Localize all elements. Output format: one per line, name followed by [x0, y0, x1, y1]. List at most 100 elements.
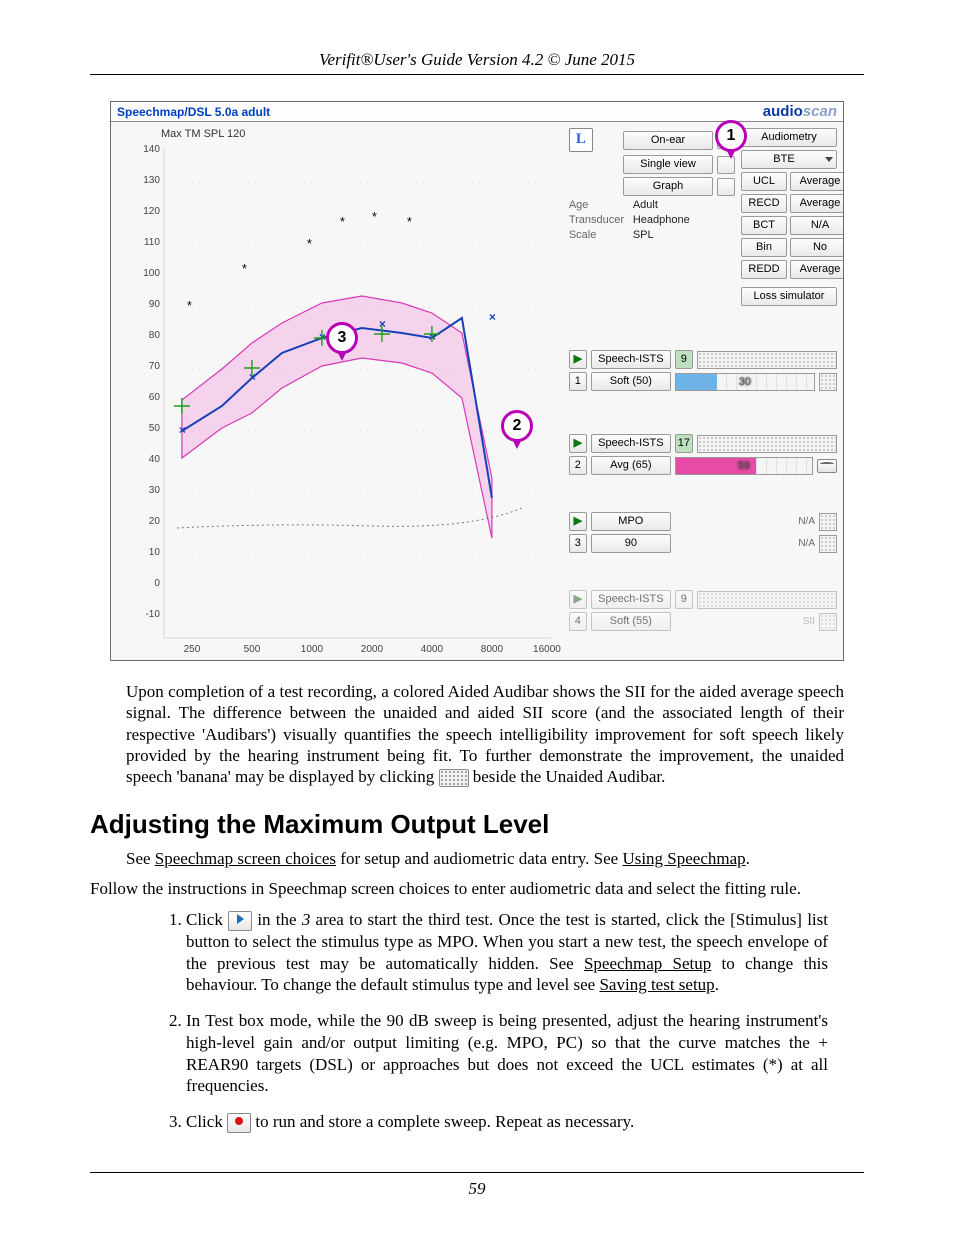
age-label: Age [569, 199, 629, 211]
link-speechmap-setup[interactable]: Speechmap Setup [584, 954, 711, 973]
speechband-icon[interactable] [817, 459, 837, 473]
svg-text:*: * [307, 236, 312, 251]
play-button-2[interactable]: ▶ [569, 434, 587, 453]
redd-value[interactable]: Average [790, 260, 844, 279]
svg-text:60: 60 [149, 392, 161, 403]
index-3: 3 [569, 534, 587, 553]
record-icon-inline [227, 1113, 251, 1133]
level-1[interactable]: Soft (50) [591, 372, 671, 391]
index-1: 1 [569, 372, 587, 391]
speechmap-window: Speechmap/DSL 5.0a adult audioscan Max T… [110, 101, 844, 661]
scale-label: Scale [569, 229, 629, 241]
stimulus-1[interactable]: Speech-ISTS [591, 350, 671, 369]
link-screen-choices[interactable]: Speechmap screen choices [155, 849, 336, 868]
section-heading: Adjusting the Maximum Output Level [90, 809, 864, 840]
play-button-4[interactable]: ▶ [569, 590, 587, 609]
svg-text:10: 10 [149, 547, 161, 558]
sii-label-4: SII [803, 616, 815, 627]
svg-text:×: × [489, 310, 496, 324]
scale-value: SPL [633, 229, 703, 241]
transducer-value: Headphone [633, 214, 703, 226]
stimulus-2[interactable]: Speech-ISTS [591, 434, 671, 453]
svg-text:20: 20 [149, 516, 161, 527]
callout-1: 1 [715, 120, 747, 152]
follow-line: Follow the instructions in Speechmap scr… [90, 878, 844, 899]
graph-button[interactable]: Graph [623, 177, 713, 196]
level-2[interactable]: Avg (65) [591, 456, 671, 475]
svg-text:70: 70 [149, 361, 161, 372]
svg-text:90: 90 [149, 299, 161, 310]
svg-text:140: 140 [143, 144, 160, 155]
plot-title: Max TM SPL 120 [161, 128, 245, 140]
level-4: Soft (55) [591, 612, 671, 631]
intro-paragraph: Upon completion of a test recording, a c… [126, 681, 844, 787]
sii-num-4: 9 [675, 590, 693, 609]
svg-text:50: 50 [149, 423, 161, 434]
callout-2: 2 [501, 410, 533, 442]
callout-3: 3 [326, 322, 358, 354]
graph-toggle[interactable] [717, 178, 735, 196]
page-number: 59 [90, 1172, 864, 1199]
banana-toggle-3a[interactable] [819, 513, 837, 531]
stimulus-3[interactable]: MPO [591, 512, 671, 531]
audiometry-button[interactable]: Audiometry [741, 128, 837, 147]
svg-text:8000: 8000 [481, 644, 504, 655]
left-ear-icon: L [569, 128, 593, 152]
svg-text:4000: 4000 [421, 644, 444, 655]
dots-toggle-icon [439, 769, 469, 787]
noise-floor [177, 508, 522, 528]
audibar-2b[interactable]: 59 [675, 457, 813, 475]
link-using-speechmap[interactable]: Using Speechmap [622, 849, 745, 868]
redd-label: REDD [741, 260, 787, 279]
stimulus-4: Speech-ISTS [591, 590, 671, 609]
bct-value[interactable]: N/A [790, 216, 844, 235]
audibar-1b[interactable]: 30 [675, 373, 815, 391]
recd-label: RECD [741, 194, 787, 213]
bte-dropdown[interactable]: BTE [741, 150, 837, 169]
svg-text:120: 120 [143, 206, 160, 217]
spl-chart: 140130120 11010090 807060 504030 20100 -… [121, 128, 563, 658]
svg-text:250: 250 [184, 644, 201, 655]
loss-simulator-button[interactable]: Loss simulator [741, 287, 837, 306]
sii-num-2: 17 [675, 434, 693, 453]
svg-text:30: 30 [149, 485, 161, 496]
svg-text:16000: 16000 [533, 644, 561, 655]
running-header: Verifit®User's Guide Version 4.2 © June … [90, 50, 864, 75]
level-3[interactable]: 90 [591, 534, 671, 553]
svg-text:*: * [242, 261, 247, 276]
svg-text:*: * [340, 214, 345, 229]
bct-label: BCT [741, 216, 787, 235]
play-icon-inline [228, 911, 252, 931]
step-2: In Test box mode, while the 90 dB sweep … [186, 1010, 828, 1097]
na-3a: N/A [798, 516, 815, 527]
play-button-1[interactable]: ▶ [569, 350, 587, 369]
svg-text:-10: -10 [145, 609, 160, 620]
svg-text:0: 0 [154, 578, 160, 589]
audibar-2a[interactable] [697, 435, 837, 453]
svg-text:*: * [187, 298, 192, 313]
banana-toggle-1[interactable] [819, 373, 837, 391]
screenshot-figure: Speechmap/DSL 5.0a adult audioscan Max T… [110, 101, 844, 661]
step-1: Click in the 3 area to start the third t… [186, 909, 828, 996]
ucl-value[interactable]: Average [790, 172, 844, 191]
audibar-1a[interactable] [697, 351, 837, 369]
svg-text:500: 500 [244, 644, 261, 655]
link-saving-test-setup[interactable]: Saving test setup [599, 975, 714, 994]
audibar-4a [697, 591, 837, 609]
bin-label: Bin [741, 238, 787, 257]
svg-text:2000: 2000 [361, 644, 384, 655]
recd-value[interactable]: Average [790, 194, 844, 213]
step-3: Click to run and store a complete sweep.… [186, 1111, 828, 1133]
svg-text:40: 40 [149, 454, 161, 465]
onear-button[interactable]: On-ear [623, 131, 713, 150]
svg-text:100: 100 [143, 268, 160, 279]
singleview-button[interactable]: Single view [623, 155, 713, 174]
sii-num-1: 9 [675, 350, 693, 369]
see-line: See Speechmap screen choices for setup a… [126, 848, 844, 869]
banana-toggle-3b[interactable] [819, 535, 837, 553]
bin-value[interactable]: No [790, 238, 844, 257]
play-button-3[interactable]: ▶ [569, 512, 587, 531]
svg-text:80: 80 [149, 330, 161, 341]
svg-text:×: × [179, 423, 186, 437]
svg-text:1000: 1000 [301, 644, 324, 655]
